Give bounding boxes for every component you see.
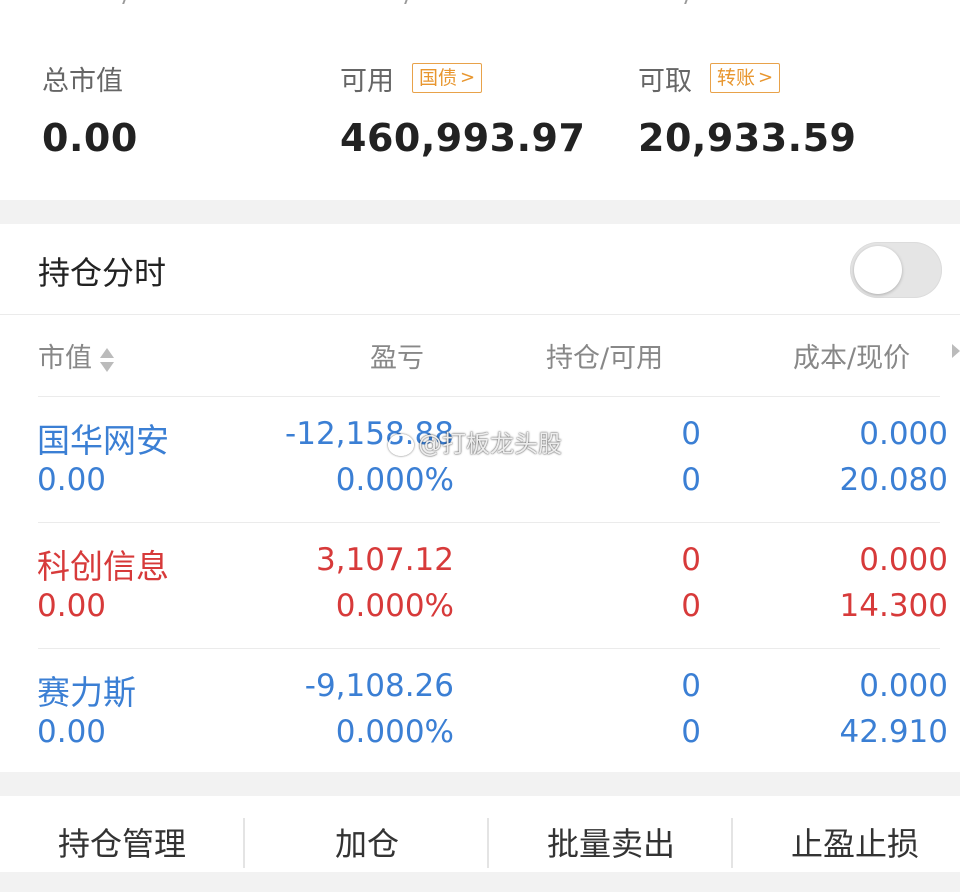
transfer-button[interactable]: 转账 > <box>710 63 781 93</box>
take-profit-stop-loss-button[interactable]: 止盈止损 <box>733 796 960 872</box>
available-funds: 460,993.97 <box>340 116 586 160</box>
withdrawable-label: 可取 <box>638 65 692 97</box>
positions-panel: 持仓分时 市值 盈亏 持仓/可用 成本/现价 国华网安 0.00 -12,158… <box>0 224 960 772</box>
holding-qty: 0 <box>681 542 701 578</box>
stock-name: 赛力斯 <box>37 673 136 712</box>
add-position-button[interactable]: 加仓 <box>245 796 489 872</box>
holding-qty: 0 <box>681 668 701 704</box>
cost-price: 0.000 <box>859 542 948 578</box>
withdrawable-funds-block: 可取 转账 > 20,933.59 <box>638 58 856 160</box>
table-row[interactable]: 赛力斯 0.00 -9,108.26 0.000% 0 0 0.000 42.9… <box>0 648 960 774</box>
pnl-amount: -9,108.26 <box>304 668 454 704</box>
position-management-button[interactable]: 持仓管理 <box>0 796 244 872</box>
scroll-right-icon[interactable] <box>952 344 960 358</box>
sort-icon <box>100 347 114 373</box>
market-value: 0.00 <box>37 462 107 498</box>
positions-title: 持仓分时 <box>38 254 167 292</box>
current-price: 42.910 <box>839 714 948 750</box>
market-value: 0.00 <box>37 588 107 624</box>
weibo-icon <box>388 434 414 456</box>
total-market-value-label: 总市值 <box>42 65 123 97</box>
batch-sell-button[interactable]: 批量卖出 <box>489 796 733 872</box>
available-label: 可用 <box>340 65 394 97</box>
total-market-value: 0.00 <box>42 116 138 160</box>
pnl-percent: 0.000% <box>335 462 454 498</box>
pnl-percent: 0.000% <box>335 588 454 624</box>
chevron-right-icon: > <box>460 67 476 88</box>
column-header-market-value[interactable]: 市值 <box>38 336 114 375</box>
cost-price: 0.000 <box>859 416 948 452</box>
available-qty: 0 <box>681 588 701 624</box>
available-funds-block: 可用 国债 > 460,993.97 <box>340 58 585 160</box>
table-row[interactable]: 科创信息 0.00 3,107.12 0.000% 0 0 0.000 14.3… <box>0 522 960 648</box>
bottom-action-bar: 持仓管理 加仓 批量卖出 止盈止损 <box>0 796 960 872</box>
treasury-bond-label: 国债 <box>419 67 458 89</box>
market-value: 0.00 <box>37 714 107 750</box>
positions-header: 持仓分时 <box>0 224 960 315</box>
account-summary: 总市值 0.00 可用 国债 > 460,993.97 可取 转账 > 20,9… <box>0 0 960 200</box>
stock-name: 科创信息 <box>37 547 169 586</box>
available-qty: 0 <box>681 714 701 750</box>
transfer-label: 转账 <box>717 67 756 89</box>
chevron-right-icon: > <box>758 67 774 88</box>
column-header-pnl[interactable]: 盈亏 <box>370 336 424 375</box>
current-price: 20.080 <box>839 462 948 498</box>
toggle-knob <box>854 246 902 294</box>
column-header-holding-available[interactable]: 持仓/可用 <box>546 336 663 375</box>
pnl-amount: 3,107.12 <box>315 542 454 578</box>
stock-name: 国华网安 <box>37 421 169 460</box>
pnl-percent: 0.000% <box>335 714 454 750</box>
available-qty: 0 <box>681 462 701 498</box>
treasury-bond-button[interactable]: 国债 > <box>412 63 483 93</box>
truncated-top-content <box>0 0 960 8</box>
holding-qty: 0 <box>681 416 701 452</box>
weibo-watermark: @打板龙头股 <box>388 424 562 459</box>
total-market-value-block: 总市值 0.00 <box>42 58 138 161</box>
table-header: 市值 盈亏 持仓/可用 成本/现价 <box>0 314 960 396</box>
column-header-cost-price[interactable]: 成本/现价 <box>793 336 910 375</box>
table-row[interactable]: 国华网安 0.00 -12,158.88 0.000% 0 0 0.000 20… <box>0 396 960 522</box>
intraday-toggle[interactable] <box>850 242 942 298</box>
withdrawable-funds: 20,933.59 <box>638 116 857 160</box>
cost-price: 0.000 <box>859 668 948 704</box>
current-price: 14.300 <box>839 588 948 624</box>
